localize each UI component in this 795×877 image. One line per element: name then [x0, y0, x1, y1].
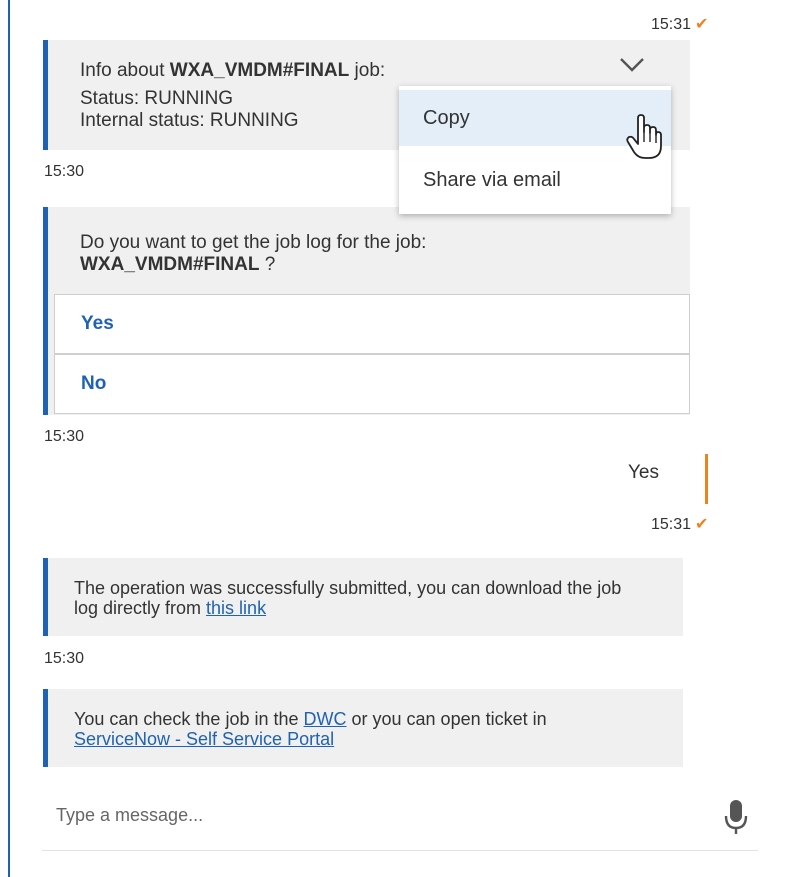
dwc-pre: You can check the job in the [74, 709, 304, 729]
hand-cursor-icon [626, 114, 662, 159]
question-line-1: Do you want to get the job log for the j… [80, 232, 427, 253]
question-suffix: ? [259, 254, 276, 275]
info-suffix: job: [349, 60, 386, 81]
chevron-down-icon[interactable] [618, 56, 646, 74]
success-text: The operation was successfully submitted… [74, 578, 634, 618]
success-message-bubble: The operation was successfully submitted… [43, 558, 683, 636]
question-line-2: WXA_VMDM#FINAL ? [80, 254, 275, 275]
timestamp-3: 15:30 [44, 650, 85, 667]
message-input[interactable] [54, 804, 658, 827]
option-yes-button[interactable]: Yes [54, 294, 690, 354]
user-reply-text: Yes [628, 462, 659, 483]
info-internal-status: Internal status: RUNNING [80, 110, 299, 131]
info-status: Status: RUNNING [80, 88, 234, 109]
dwc-message-bubble: You can check the job in the DWC or you … [43, 689, 683, 767]
timestamp-user: 15:31 ✔ [651, 514, 708, 534]
download-link[interactable]: this link [206, 598, 266, 618]
dwc-line-2: ServiceNow - Self Service Portal [74, 729, 334, 749]
timestamp-text: 15:31 [651, 16, 692, 33]
left-edge-rule [8, 0, 10, 877]
info-prefix: Info about [80, 60, 170, 81]
message-composer [42, 790, 758, 851]
checkmark-icon: ✔ [695, 16, 709, 33]
dwc-line-1: You can check the job in the DWC or you … [74, 709, 547, 729]
microphone-icon[interactable] [724, 798, 748, 836]
checkmark-icon: ✔ [695, 516, 709, 533]
option-no-button[interactable]: No [54, 354, 690, 414]
info-line-1: Info about WXA_VMDM#FINAL job: [80, 60, 385, 81]
user-reply-bar [705, 454, 708, 504]
dwc-link[interactable]: DWC [304, 709, 347, 729]
timestamp-1: 15:30 [44, 163, 85, 180]
dwc-mid: or you can open ticket in [346, 709, 547, 729]
servicenow-link[interactable]: ServiceNow - Self Service Portal [74, 729, 334, 749]
info-job-name: WXA_VMDM#FINAL [169, 60, 350, 81]
timestamp-text: 15:31 [651, 516, 692, 533]
menu-item-share-email[interactable]: Share via email [399, 152, 671, 208]
timestamp-2: 15:30 [44, 428, 85, 445]
success-message: The operation was successfully submitted… [74, 578, 622, 618]
timestamp-top: 15:31 ✔ [651, 14, 708, 34]
question-job-name: WXA_VMDM#FINAL [80, 254, 260, 275]
